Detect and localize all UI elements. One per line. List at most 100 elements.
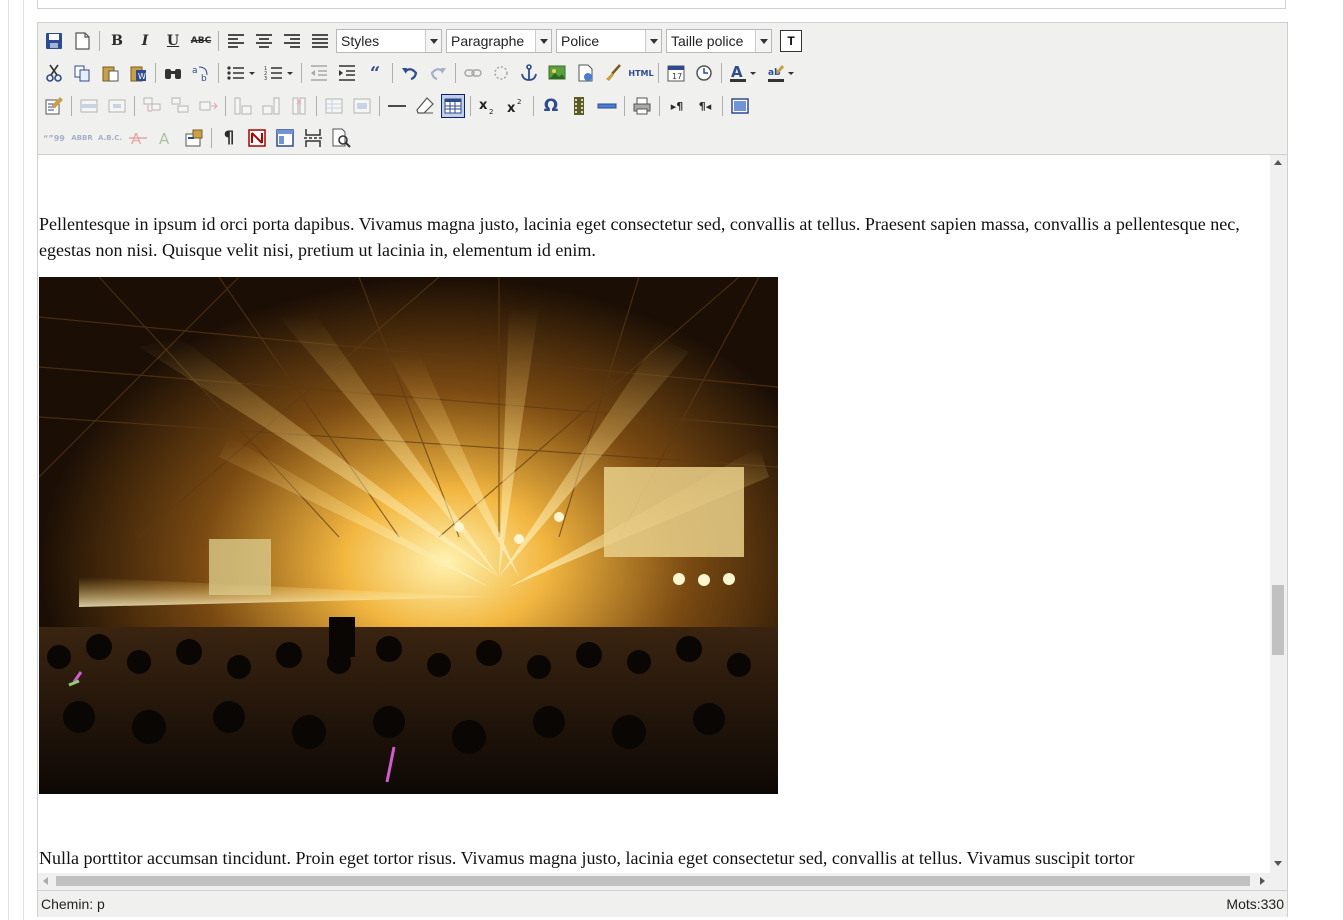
toolbar-separator (218, 31, 219, 51)
font-select-label: Police (561, 33, 600, 49)
scroll-up-icon[interactable] (1274, 160, 1282, 165)
preview-icon[interactable] (329, 126, 353, 150)
delete-text-icon[interactable]: A (126, 126, 150, 150)
align-center-icon[interactable] (252, 29, 276, 53)
merge-table-icon[interactable] (350, 94, 374, 118)
fullscreen-icon[interactable] (728, 94, 752, 118)
numbered-list-icon[interactable]: 123 (262, 61, 296, 85)
edit-icon[interactable] (42, 94, 66, 118)
insert-date-icon[interactable]: 17 (664, 61, 688, 85)
insert-text-icon[interactable]: A (154, 126, 178, 150)
content-paragraph-1[interactable]: Pellentesque in ipsum id orci porta dapi… (39, 211, 1259, 263)
outdent-icon[interactable] (307, 61, 331, 85)
col-after-icon[interactable] (231, 94, 255, 118)
link-icon[interactable] (461, 61, 485, 85)
col-before-icon[interactable] (196, 94, 220, 118)
table-split-icon[interactable] (140, 94, 164, 118)
format-select[interactable]: Paragraphe (446, 29, 552, 53)
vertical-scrollbar[interactable] (1270, 155, 1286, 873)
toolbar-separator (211, 128, 212, 148)
print-icon[interactable] (630, 94, 654, 118)
replace-icon[interactable]: ab (189, 61, 213, 85)
cleanup-icon[interactable] (573, 61, 597, 85)
blockquote-icon[interactable]: “ (363, 61, 387, 85)
unlink-icon[interactable] (489, 61, 513, 85)
toolbar-row-1: B I U ABC Styles Paragraphe Police Taill… (42, 28, 802, 54)
new-document-icon[interactable] (70, 29, 94, 53)
table-icon[interactable] (441, 94, 465, 118)
html-icon[interactable]: HTML (628, 61, 653, 85)
find-icon[interactable] (161, 61, 185, 85)
font-select[interactable]: Police (556, 29, 662, 53)
cite-icon[interactable]: “”99 (42, 126, 66, 150)
bullet-list-icon[interactable] (224, 61, 258, 85)
text-mode-button[interactable]: T (780, 30, 802, 52)
element-path[interactable]: Chemin: p (41, 896, 105, 912)
text-color-icon[interactable]: A (727, 61, 761, 85)
svg-text:A: A (131, 130, 142, 148)
align-left-icon[interactable] (224, 29, 248, 53)
scroll-right-icon[interactable] (1260, 877, 1265, 885)
underline-icon[interactable]: U (161, 29, 185, 53)
rtl-icon[interactable]: ¶◂ (693, 94, 717, 118)
visual-chars-icon[interactable]: ¶ (217, 126, 241, 150)
subscript-icon[interactable]: x2 (476, 94, 500, 118)
paste-icon[interactable] (98, 61, 122, 85)
toolbar-separator (301, 63, 302, 83)
toolbar-separator (392, 63, 393, 83)
attributes-icon[interactable] (182, 126, 206, 150)
svg-text:x: x (507, 101, 516, 116)
brush-icon[interactable] (601, 61, 625, 85)
editor-content-area[interactable]: Pellentesque in ipsum id orci porta dapi… (38, 155, 1270, 873)
italic-icon[interactable]: I (133, 29, 157, 53)
template-icon[interactable] (273, 126, 297, 150)
toolbar-separator (155, 63, 156, 83)
insert-time-icon[interactable] (692, 61, 716, 85)
pagebreak-icon[interactable] (301, 126, 325, 150)
undo-icon[interactable] (398, 61, 422, 85)
concert-photo[interactable] (39, 277, 778, 794)
abbr-icon[interactable]: ABBR (70, 126, 94, 150)
ltr-icon[interactable]: ▸¶ (665, 94, 689, 118)
chevron-down-icon (645, 30, 661, 52)
toolbar-separator (721, 63, 722, 83)
scroll-down-icon[interactable] (1274, 861, 1282, 866)
redo-icon[interactable] (426, 61, 450, 85)
cut-icon[interactable] (42, 61, 66, 85)
table-props-icon[interactable] (287, 94, 311, 118)
font-size-select[interactable]: Taille police (666, 29, 772, 53)
scroll-left-icon[interactable] (43, 877, 48, 885)
col-delete-icon[interactable] (259, 94, 283, 118)
eraser-icon[interactable] (413, 94, 437, 118)
paste-word-icon[interactable]: W (126, 61, 150, 85)
content-paragraph-2[interactable]: Nulla porttitor accumsan tincidunt. Proi… (39, 845, 1259, 871)
media-icon[interactable] (567, 94, 591, 118)
chevron-down-icon (535, 30, 551, 52)
align-justify-icon[interactable] (308, 29, 332, 53)
superscript-icon[interactable]: x2 (504, 94, 528, 118)
nonbreaking-icon[interactable] (245, 126, 269, 150)
hr-advanced-icon[interactable] (595, 94, 619, 118)
horizontal-scrollbar[interactable] (38, 873, 1270, 889)
table-row-icon[interactable] (77, 94, 101, 118)
cell-props-icon[interactable] (322, 94, 346, 118)
horizontal-scroll-thumb[interactable] (56, 876, 1250, 886)
strikethrough-icon[interactable]: ABC (189, 29, 213, 53)
indent-icon[interactable] (335, 61, 359, 85)
highlight-color-icon[interactable]: ab (765, 61, 799, 85)
special-char-icon[interactable]: Ω (539, 94, 563, 118)
save-icon[interactable] (42, 29, 66, 53)
styles-select[interactable]: Styles (336, 29, 442, 53)
anchor-icon[interactable] (517, 61, 541, 85)
bold-icon[interactable]: B (105, 29, 129, 53)
vertical-scroll-thumb[interactable] (1272, 585, 1284, 655)
page-border-left (8, 0, 9, 920)
align-right-icon[interactable] (280, 29, 304, 53)
horizontal-rule-icon[interactable] (385, 94, 409, 118)
merge-cells-icon[interactable] (168, 94, 192, 118)
toolbar-row-3: x2 x2 Ω ▸¶ ¶◂ (42, 93, 756, 119)
copy-icon[interactable] (70, 61, 94, 85)
acronym-icon[interactable]: A.B.C. (98, 126, 122, 150)
image-icon[interactable] (545, 61, 569, 85)
table-col-icon[interactable] (105, 94, 129, 118)
